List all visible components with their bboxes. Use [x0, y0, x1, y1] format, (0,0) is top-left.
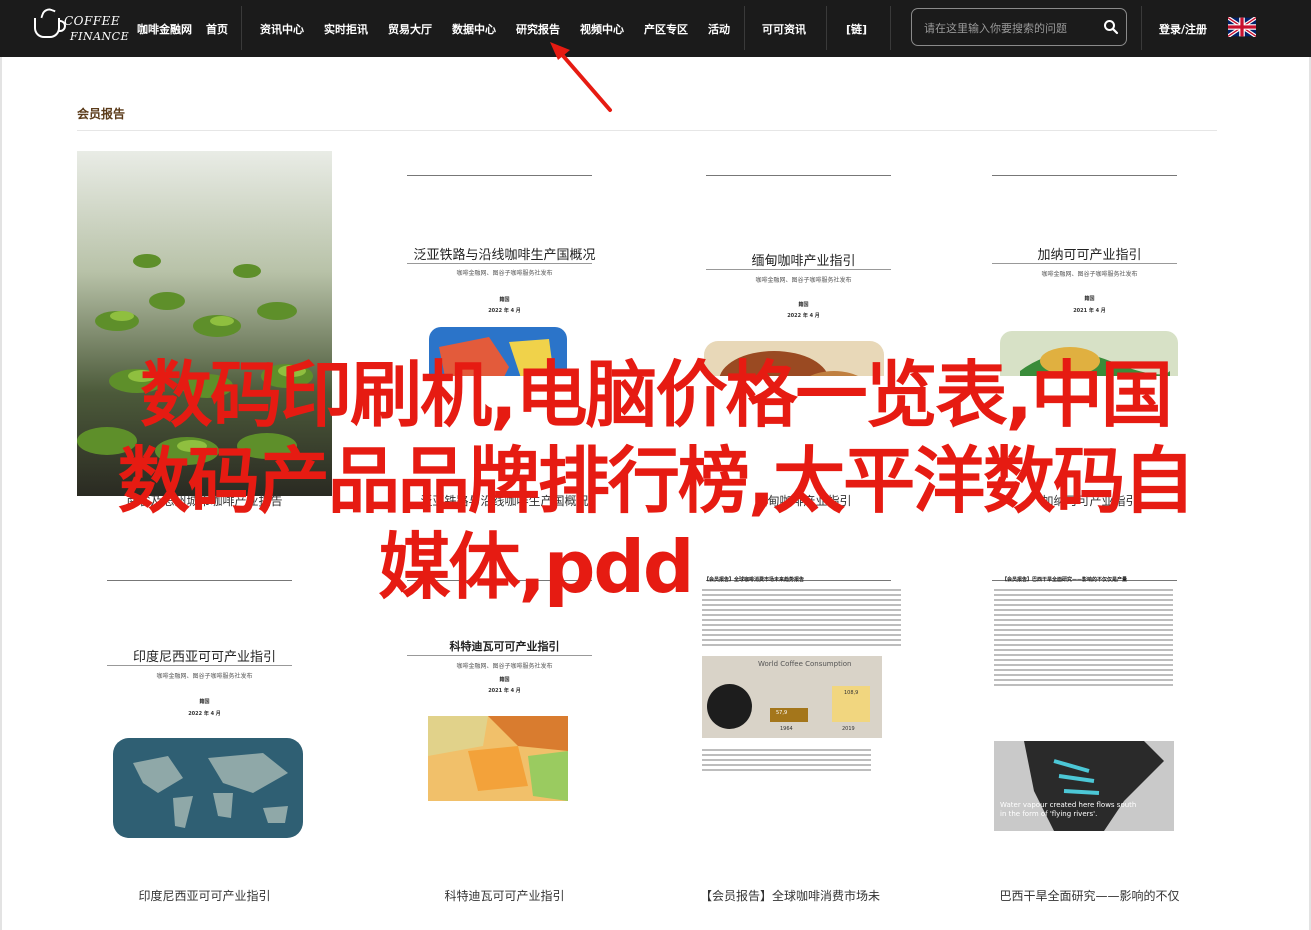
doc-title: 泛亚铁路与沿线咖啡生产国概况	[413, 248, 596, 263]
doc-title: 科特迪瓦可可产业指引	[449, 640, 560, 653]
nav-home[interactable]: 首页	[206, 21, 228, 37]
doc-org: 籍国	[798, 302, 809, 308]
doc-publisher: 咖啡金融网、图谷子咖啡服务社发布	[755, 277, 852, 284]
doc-org: 籍国	[499, 297, 510, 303]
coffee-finance-logo[interactable]: COFFEE FINANCE	[30, 6, 129, 50]
nav-video-center[interactable]: 视频中心	[580, 21, 624, 37]
report-caption[interactable]: 科特迪瓦可可产业指引	[377, 887, 632, 904]
nav-data-center[interactable]: 数据中心	[452, 21, 496, 37]
seedling-photo	[77, 151, 332, 496]
nav-cocoa-news[interactable]: 可可资讯	[762, 21, 806, 37]
report-card-doc[interactable]: 加纳可可产业指引 咖啡金融网、图谷子咖啡服务社发布 籍国 2021 年 4 月	[962, 151, 1217, 376]
doc-divider	[407, 263, 592, 264]
report-text	[702, 746, 871, 774]
doc-org: 籍国	[1084, 296, 1095, 302]
search-box	[911, 8, 1127, 46]
doc-divider	[407, 655, 592, 656]
nav-news-center[interactable]: 资讯中心	[260, 21, 304, 37]
uk-flag-icon[interactable]	[1228, 17, 1256, 37]
year-label: 2019	[842, 726, 855, 732]
report-caption[interactable]: 南省及思州城市咖啡产业报告	[77, 492, 332, 509]
nav-research-report[interactable]: 研究报告	[516, 21, 560, 37]
search-icon[interactable]	[1103, 19, 1119, 35]
doc-publisher: 咖啡金融网、图谷子咖啡服务社发布	[1041, 271, 1138, 278]
doc-divider	[992, 263, 1177, 264]
nav-coffee-finance[interactable]: 咖啡金融网	[137, 21, 192, 37]
report-title: 【会员报告】全球咖啡消费市场未来趋势报告	[704, 577, 805, 583]
doc-title: 加纳可可产业指引	[1037, 248, 1142, 263]
nav-chain[interactable]: [链]	[846, 21, 867, 37]
doc-publisher: 咖啡金融网、图谷子咖啡服务社发布	[456, 663, 553, 670]
doc-date: 2021 年 4 月	[488, 688, 521, 694]
coffee-beans-image	[704, 341, 884, 376]
doc-date: 2022 年 4 月	[188, 711, 221, 717]
report-caption[interactable]: 印度尼西亚可可产业指引	[77, 887, 332, 904]
report-card-doc[interactable]: 科特迪瓦可可产业指引 咖啡金融网、图谷子咖啡服务社发布 籍国 2021 年 4 …	[377, 556, 632, 846]
nav-divider	[890, 6, 891, 50]
bar-label: 57,9	[776, 710, 788, 716]
bar-label: 108,9	[844, 690, 859, 696]
nav-realtime[interactable]: 实时拒讯	[324, 21, 368, 37]
doc-title: 缅甸咖啡产业指引	[751, 254, 856, 269]
report-card-report[interactable]: 【会员报告】全球咖啡消费市场未来趋势报告 World Coffee Consum…	[676, 556, 931, 846]
top-navigation-bar: COFFEE FINANCE 咖啡金融网 首页 资讯中心 实时拒讯 贸易大厅 数…	[0, 0, 1311, 57]
ivory-coast-map-image	[428, 716, 568, 801]
doc-header-line	[706, 165, 891, 176]
doc-header-line	[407, 570, 592, 581]
report-title: 【会员报告】巴西干旱全面研究——影响的不仅仅是产量	[1002, 577, 1128, 583]
map-image	[429, 327, 567, 376]
search-input[interactable]	[922, 18, 1101, 38]
report-text	[994, 586, 1173, 689]
report-card-doc[interactable]: 印度尼西亚可可产业指引 咖啡金融网、图谷子咖啡服务社发布 籍国 2022 年 4…	[77, 556, 332, 846]
section-title: 会员报告	[77, 107, 126, 121]
flying-rivers-map: Water vapour created here flows south in…	[994, 741, 1174, 831]
logo-text-1: COFFEE	[64, 14, 121, 28]
map-caption: Water vapour created here flows south in…	[1000, 801, 1137, 818]
doc-date: 2021 年 4 月	[1073, 308, 1106, 314]
year-label: 1964	[780, 726, 793, 732]
report-caption: 加纳可可产业指引	[1041, 494, 1138, 508]
doc-date: 2022 年 4 月	[787, 313, 820, 319]
chart-title: World Coffee Consumption	[758, 660, 852, 668]
report-card-doc[interactable]: 泛亚铁路与沿线咖啡生产国概况 咖啡金融网、图谷子咖啡服务社发布 籍国 2022 …	[377, 151, 632, 376]
doc-org: 籍国	[199, 699, 210, 705]
report-text	[702, 586, 901, 649]
doc-header-line	[107, 570, 292, 581]
report-card-doc[interactable]: 缅甸咖啡产业指引 咖啡金融网、图谷子咖啡服务社发布 籍国 2022 年 4 月	[676, 151, 931, 376]
doc-header-line	[992, 165, 1177, 176]
section-divider	[77, 130, 1217, 131]
doc-publisher: 咖啡金融网、图谷子咖啡服务社发布	[456, 270, 553, 277]
login-register-link[interactable]: 登录/注册	[1159, 21, 1207, 37]
world-map-image	[113, 738, 303, 838]
nav-divider	[744, 6, 745, 50]
report-card-report[interactable]: 【会员报告】巴西干旱全面研究——影响的不仅仅是产量 Water vapour c…	[962, 556, 1217, 856]
doc-date: 2022 年 4 月	[488, 308, 521, 314]
nav-divider	[1141, 6, 1142, 50]
cocoa-image	[1000, 331, 1178, 376]
coffee-cup-icon	[707, 684, 752, 729]
doc-title: 印度尼西亚可可产业指引	[132, 650, 276, 665]
doc-header-line	[407, 165, 592, 176]
doc-divider	[107, 665, 292, 666]
doc-org: 籍国	[499, 677, 510, 683]
arrow-annotation-icon	[550, 42, 612, 112]
coffee-cup-icon	[34, 18, 66, 38]
report-caption[interactable]: 泛亚铁路与沿线咖啡生产国概况	[377, 492, 632, 509]
nav-trade-hall[interactable]: 贸易大厅	[388, 21, 432, 37]
doc-divider	[706, 269, 891, 270]
nav-events[interactable]: 活动	[708, 21, 730, 37]
nav-divider	[826, 6, 827, 50]
doc-publisher: 咖啡金融网、图谷子咖啡服务社发布	[156, 673, 253, 680]
report-caption[interactable]: 【会员报告】全球咖啡消费市场未	[650, 887, 930, 904]
consumption-chart: World Coffee Consumption 57,9 108,9 1964…	[702, 656, 882, 738]
report-caption[interactable]: 缅甸咖啡产业指引	[676, 492, 931, 509]
report-card-photo[interactable]	[77, 151, 332, 496]
nav-divider	[241, 6, 242, 50]
logo-text-2: FINANCE	[70, 30, 130, 43]
report-caption[interactable]: 巴西干旱全面研究——影响的不仅	[962, 887, 1217, 904]
nav-origin-zone[interactable]: 产区专区	[644, 21, 688, 37]
